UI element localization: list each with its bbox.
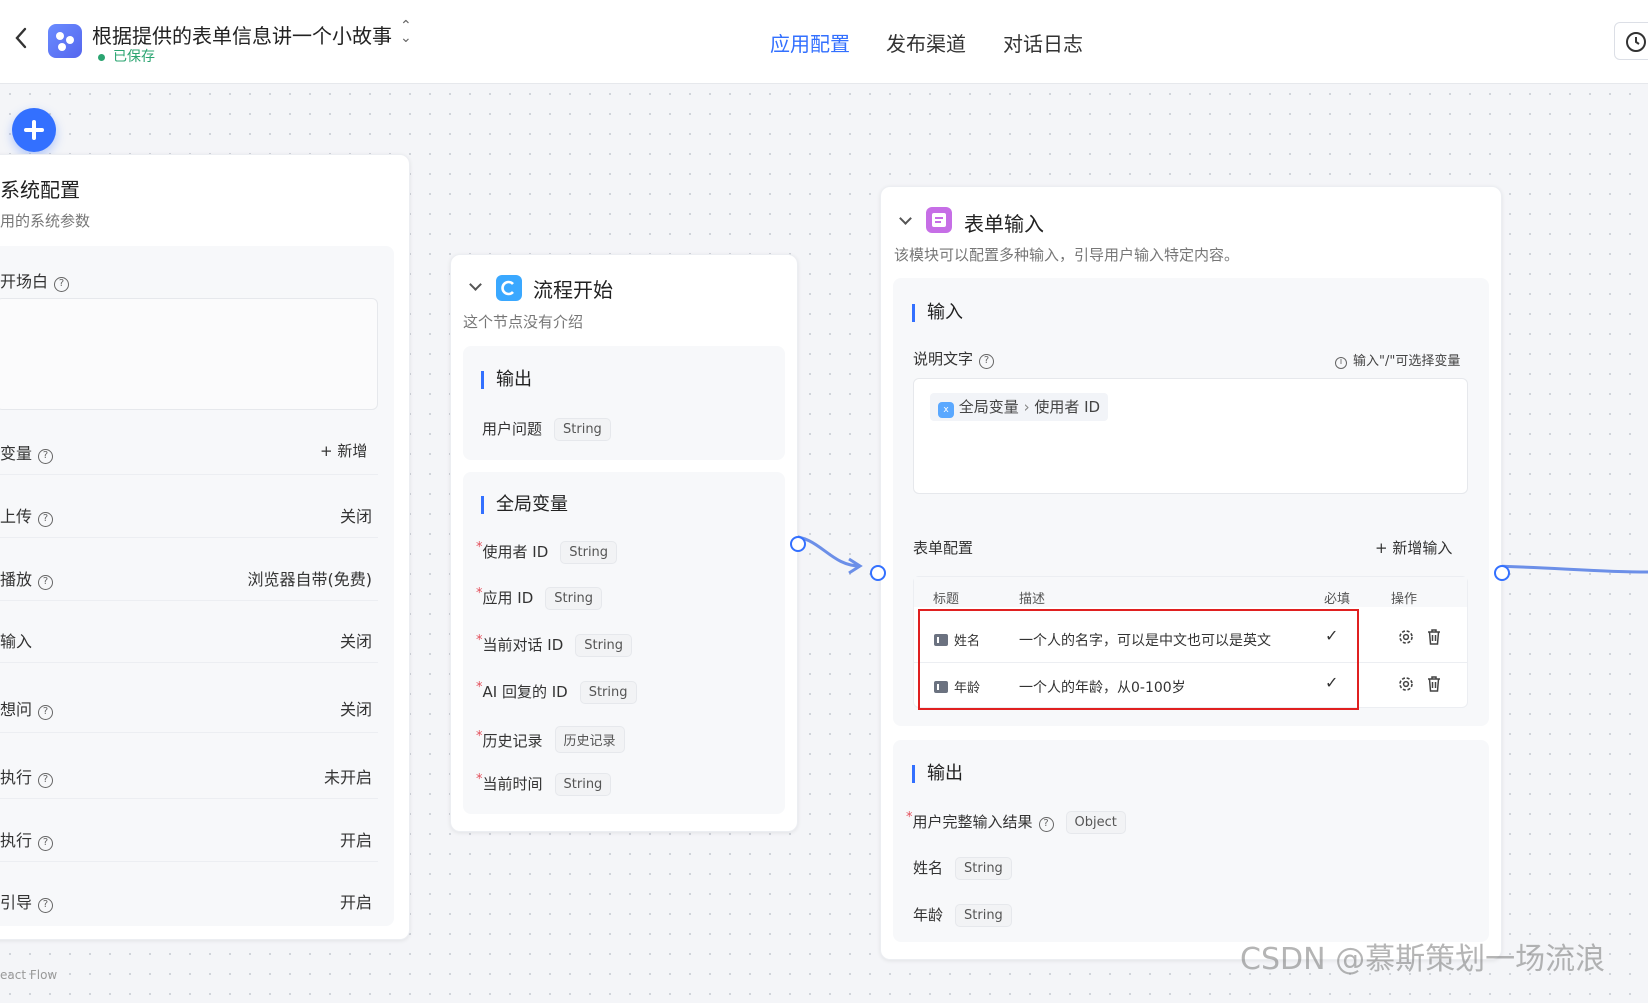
help-icon[interactable]: ? <box>38 836 54 851</box>
setting-value-guide[interactable]: 开启 <box>340 889 372 913</box>
type-tag: String <box>579 681 637 704</box>
col-header-actions: 操作 <box>1391 592 1418 607</box>
help-icon[interactable]: ? <box>1038 817 1054 832</box>
flow-start-desc: 这个节点没有介绍 <box>463 313 584 331</box>
output-var-full-result: *用户完整输入结果? Object <box>906 810 1126 834</box>
table-header <box>914 577 1467 607</box>
output-var-age: 年龄 String <box>913 904 1012 927</box>
setting-row-playback: 播放? <box>0 566 54 590</box>
setting-value-execute-2[interactable]: 开启 <box>340 827 372 851</box>
type-tag: String <box>955 857 1012 880</box>
type-tag: String <box>554 773 612 796</box>
opening-textarea[interactable] <box>0 298 378 410</box>
gear-icon[interactable] <box>1397 628 1415 650</box>
divider <box>0 732 378 733</box>
add-variable-button[interactable]: + 新增 <box>320 440 367 461</box>
type-tag: String <box>554 418 611 441</box>
help-icon[interactable]: ? <box>38 705 54 720</box>
divider <box>0 861 378 862</box>
output-var-name: 姓名 String <box>913 857 1012 880</box>
help-icon[interactable]: ? <box>38 575 54 590</box>
output-section-title: 输出 <box>912 765 963 783</box>
type-tag: 历史记录 <box>554 726 625 753</box>
info-icon: i <box>1335 357 1347 369</box>
globals-section-title: 全局变量 <box>481 496 568 514</box>
global-var-user-id: *使用者 ID String <box>476 540 618 564</box>
type-tag: String <box>955 904 1012 927</box>
form-input-title: 表单输入 <box>964 212 1044 236</box>
type-tag: String <box>545 587 603 610</box>
help-icon[interactable]: ? <box>38 898 54 913</box>
help-icon[interactable]: ? <box>38 512 54 527</box>
flow-start-title: 流程开始 <box>533 278 613 302</box>
setting-row-execute-1: 执行? <box>0 764 54 788</box>
divider <box>0 662 378 663</box>
setting-value-execute-1[interactable]: 未开启 <box>324 764 372 788</box>
variables-label: 变量? <box>0 440 54 464</box>
form-config-label: 表单配置 <box>913 539 974 557</box>
col-header-required: 必填 <box>1324 592 1351 607</box>
setting-value-input[interactable]: 关闭 <box>340 628 372 652</box>
setting-row-guide: 引导? <box>0 889 54 913</box>
global-var-app-id: *应用 ID String <box>476 586 603 610</box>
col-header-title: 标题 <box>933 592 960 607</box>
global-var-history: *历史记录 历史记录 <box>476 726 625 753</box>
divider <box>0 537 378 538</box>
divider <box>0 474 378 475</box>
watermark: CSDN @慕斯策划一场流浪 <box>1240 942 1606 977</box>
divider <box>0 798 378 799</box>
help-icon[interactable]: ? <box>38 449 54 464</box>
opening-label: 开场白? <box>0 268 70 292</box>
gear-icon[interactable] <box>1397 675 1415 697</box>
highlight-box <box>918 609 1359 710</box>
variable-chip[interactable]: x 全局变量 › 使用者 ID <box>930 393 1109 421</box>
input-section-title: 输入 <box>912 304 963 322</box>
type-tag: String <box>575 634 633 657</box>
type-tag: String <box>560 541 618 564</box>
type-tag: Object <box>1065 811 1126 834</box>
setting-row-suggest: 想问? <box>0 696 54 720</box>
global-var-current-time: *当前时间 String <box>476 772 612 796</box>
setting-value-playback[interactable]: 浏览器自带(免费) <box>248 566 373 590</box>
col-header-desc: 描述 <box>1019 592 1046 607</box>
global-var-chat-id: *当前对话 ID String <box>476 633 633 657</box>
desc-text-label: 说明文字? <box>913 348 995 369</box>
flow-start-output <box>463 346 785 460</box>
add-input-button[interactable]: + 新增输入 <box>1375 537 1452 558</box>
output-var-user-question: 用户问题 String <box>482 418 611 441</box>
react-flow-attribution[interactable]: eact Flow <box>0 968 57 982</box>
setting-value-suggest[interactable]: 关闭 <box>340 696 372 720</box>
setting-value-upload[interactable]: 关闭 <box>340 503 372 527</box>
trash-icon[interactable] <box>1426 675 1442 697</box>
form-input-target-handle[interactable] <box>870 565 886 581</box>
trash-icon[interactable] <box>1426 628 1442 650</box>
system-config-desc: 用的系统参数 <box>0 212 91 230</box>
form-input-icon <box>926 207 952 233</box>
global-var-ai-reply-id: *AI 回复的 ID String <box>476 680 637 704</box>
system-config-title: 系统配置 <box>0 178 80 202</box>
flow-start-source-handle[interactable] <box>790 536 806 552</box>
setting-row-execute-2: 执行? <box>0 827 54 851</box>
form-input-desc: 该模块可以配置多种输入，引导用户输入特定内容。 <box>894 246 1240 264</box>
help-icon[interactable]: ? <box>54 277 70 292</box>
setting-row-upload: 上传? <box>0 503 54 527</box>
output-section-title: 输出 <box>481 371 532 389</box>
divider <box>0 600 378 601</box>
flow-start-icon <box>496 275 522 301</box>
help-icon[interactable]: ? <box>38 773 54 788</box>
variable-hint: i 输入"/"可选择变量 <box>1335 350 1460 369</box>
variable-icon: x <box>938 402 954 418</box>
setting-row-input: 输入 <box>0 632 33 651</box>
help-icon[interactable]: ? <box>979 354 995 369</box>
form-input-source-handle[interactable] <box>1494 565 1510 581</box>
